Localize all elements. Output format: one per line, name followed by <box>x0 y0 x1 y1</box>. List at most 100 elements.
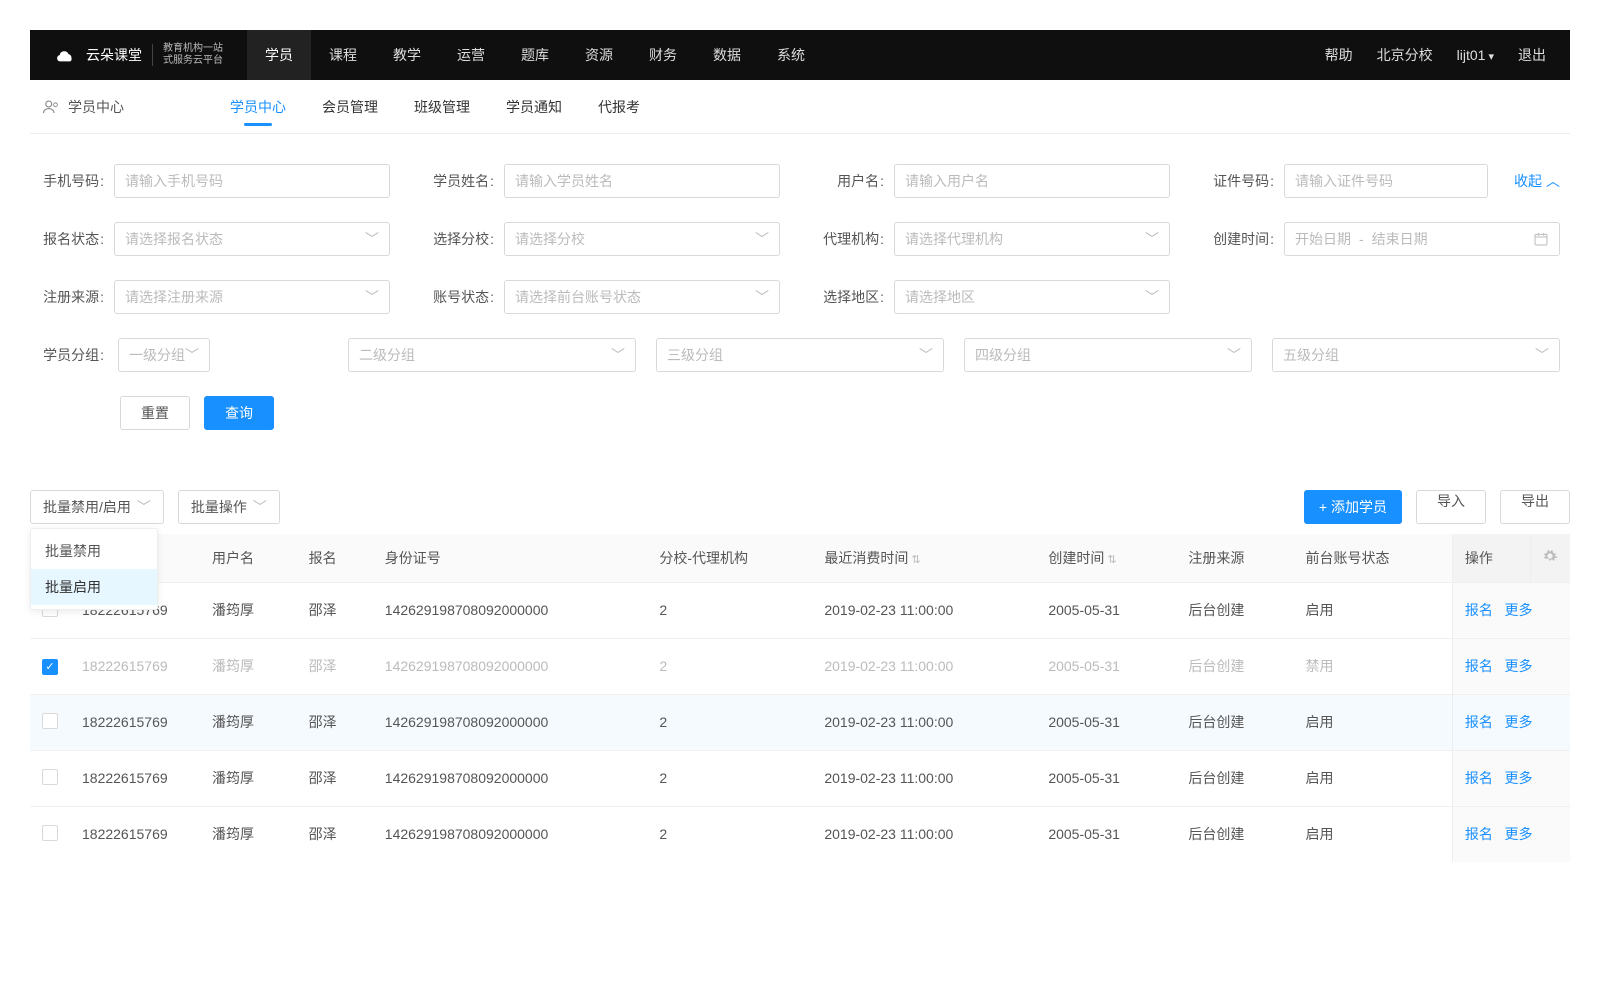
nav-item-1[interactable]: 课程 <box>311 30 375 80</box>
col-settings[interactable] <box>1530 534 1570 582</box>
group5-select[interactable]: 五级分组﹀ <box>1272 338 1560 372</box>
row-more-link[interactable]: 更多 <box>1505 602 1533 618</box>
row-signup-link[interactable]: 报名 <box>1465 602 1493 618</box>
idno-input[interactable] <box>1284 164 1488 198</box>
breadcrumb: 学员中心 <box>38 97 218 117</box>
row-signup-link[interactable]: 报名 <box>1465 770 1493 786</box>
group3-select[interactable]: 三级分组﹀ <box>656 338 944 372</box>
cell-account-status: 启用 <box>1293 694 1452 750</box>
students-table: 用户名 报名 身份证号 分校-代理机构 最近消费时间 创建时间 注册来源 前台账… <box>30 534 1570 862</box>
cell-phone: 18222615769 <box>70 750 200 806</box>
row-checkbox[interactable] <box>42 769 58 785</box>
cell-enroll: 邵泽 <box>297 806 373 862</box>
label-branch: 选择分校 <box>430 229 494 249</box>
nav-item-4[interactable]: 题库 <box>503 30 567 80</box>
nav-item-2[interactable]: 教学 <box>375 30 439 80</box>
cell-last-spent: 2019-02-23 11:00:00 <box>812 582 1036 638</box>
row-checkbox[interactable] <box>42 825 58 841</box>
export-button[interactable]: 导出 <box>1500 490 1570 524</box>
nav-item-8[interactable]: 系统 <box>759 30 823 80</box>
add-student-button[interactable]: +添加学员 <box>1304 490 1402 524</box>
nav-item-3[interactable]: 运营 <box>439 30 503 80</box>
nav-user[interactable]: lijt01 <box>1457 47 1494 63</box>
group1-select[interactable]: 一级分组﹀ <box>118 338 210 372</box>
col-created[interactable]: 创建时间 <box>1036 534 1176 582</box>
row-more-link[interactable]: 更多 <box>1505 826 1533 842</box>
group4-select[interactable]: 四级分组﹀ <box>964 338 1252 372</box>
nav-item-6[interactable]: 财务 <box>631 30 695 80</box>
query-button[interactable]: 查询 <box>204 396 274 430</box>
region-select[interactable]: 请选择地区﹀ <box>894 280 1170 314</box>
cell-account-status: 启用 <box>1293 806 1452 862</box>
label-enroll-status: 报名状态 <box>40 229 104 249</box>
enroll-status-select[interactable]: 请选择报名状态﹀ <box>114 222 390 256</box>
cell-phone: 18222615769 <box>70 694 200 750</box>
cell-created: 2005-05-31 <box>1036 582 1176 638</box>
nav-logout[interactable]: 退出 <box>1518 45 1546 65</box>
subnav-tab-4[interactable]: 代报考 <box>598 80 640 134</box>
label-name: 学员姓名 <box>430 171 494 191</box>
label-created: 创建时间 <box>1210 229 1274 249</box>
cell-created: 2005-05-31 <box>1036 694 1176 750</box>
nav-item-7[interactable]: 数据 <box>695 30 759 80</box>
cell-enroll: 邵泽 <box>297 638 373 694</box>
cell-created: 2005-05-31 <box>1036 638 1176 694</box>
row-more-link[interactable]: 更多 <box>1505 714 1533 730</box>
created-daterange[interactable]: 开始日期-结束日期 <box>1284 222 1560 256</box>
import-button[interactable]: 导入 <box>1416 490 1486 524</box>
nav-branch[interactable]: 北京分校 <box>1377 45 1433 65</box>
subnav-tab-1[interactable]: 会员管理 <box>322 80 378 134</box>
subnav-tab-0[interactable]: 学员中心 <box>230 80 286 134</box>
subnav-tab-3[interactable]: 学员通知 <box>506 80 562 134</box>
row-signup-link[interactable]: 报名 <box>1465 826 1493 842</box>
calendar-icon <box>1533 231 1549 247</box>
group2-select[interactable]: 二级分组﹀ <box>348 338 636 372</box>
reg-source-select[interactable]: 请选择注册来源﹀ <box>114 280 390 314</box>
row-more-link[interactable]: 更多 <box>1505 658 1533 674</box>
col-reg-source: 注册来源 <box>1176 534 1293 582</box>
row-signup-link[interactable]: 报名 <box>1465 658 1493 674</box>
row-checkbox[interactable] <box>42 659 58 675</box>
table-row: 18222615769潘筠厚邵泽142629198708092000000220… <box>30 750 1570 806</box>
reset-button[interactable]: 重置 <box>120 396 190 430</box>
phone-input[interactable] <box>114 164 390 198</box>
row-checkbox[interactable] <box>42 713 58 729</box>
table-row: 18222615769潘筠厚邵泽142629198708092000000220… <box>30 694 1570 750</box>
label-idno: 证件号码 <box>1210 171 1274 191</box>
subnav: 学员中心 学员中心会员管理班级管理学员通知代报考 <box>30 80 1570 134</box>
row-more-link[interactable]: 更多 <box>1505 770 1533 786</box>
col-last-spent[interactable]: 最近消费时间 <box>812 534 1036 582</box>
subnav-tab-2[interactable]: 班级管理 <box>414 80 470 134</box>
cell-account-status: 禁用 <box>1293 638 1452 694</box>
branch-select[interactable]: 请选择分校﹀ <box>504 222 780 256</box>
col-account-status: 前台账号状态 <box>1293 534 1452 582</box>
gear-icon <box>1542 548 1558 564</box>
col-action: 操作 <box>1452 534 1530 582</box>
batch-ops-dropdown[interactable]: 批量操作﹀ <box>178 490 280 524</box>
chevron-down-icon: ﹀ <box>137 497 151 517</box>
agent-select[interactable]: 请选择代理机构﹀ <box>894 222 1170 256</box>
table-row: 18222615769潘筠厚邵泽142629198708092000000220… <box>30 806 1570 862</box>
label-username: 用户名 <box>820 171 884 191</box>
nav-help[interactable]: 帮助 <box>1325 45 1353 65</box>
plus-icon: + <box>1319 499 1327 515</box>
cell-idno: 142629198708092000000 <box>373 806 648 862</box>
name-input[interactable] <box>504 164 780 198</box>
batch-disable-item[interactable]: 批量禁用 <box>31 533 157 569</box>
acc-status-select[interactable]: 请选择前台账号状态﹀ <box>504 280 780 314</box>
chevron-down-icon: ﹀ <box>1145 287 1159 307</box>
nav-item-0[interactable]: 学员 <box>247 30 311 80</box>
cell-idno: 142629198708092000000 <box>373 582 648 638</box>
cell-reg-source: 后台创建 <box>1176 750 1293 806</box>
collapse-link[interactable]: 收起︿ <box>1514 171 1560 191</box>
batch-toggle-dropdown[interactable]: 批量禁用/启用﹀ <box>30 490 164 524</box>
col-enroll: 报名 <box>297 534 373 582</box>
page-title: 学员中心 <box>68 97 124 117</box>
batch-enable-item[interactable]: 批量启用 <box>31 569 157 605</box>
row-signup-link[interactable]: 报名 <box>1465 714 1493 730</box>
cell-enroll: 邵泽 <box>297 694 373 750</box>
cloud-logo-icon <box>54 44 76 66</box>
nav-item-5[interactable]: 资源 <box>567 30 631 80</box>
col-idno: 身份证号 <box>373 534 648 582</box>
username-input[interactable] <box>894 164 1170 198</box>
